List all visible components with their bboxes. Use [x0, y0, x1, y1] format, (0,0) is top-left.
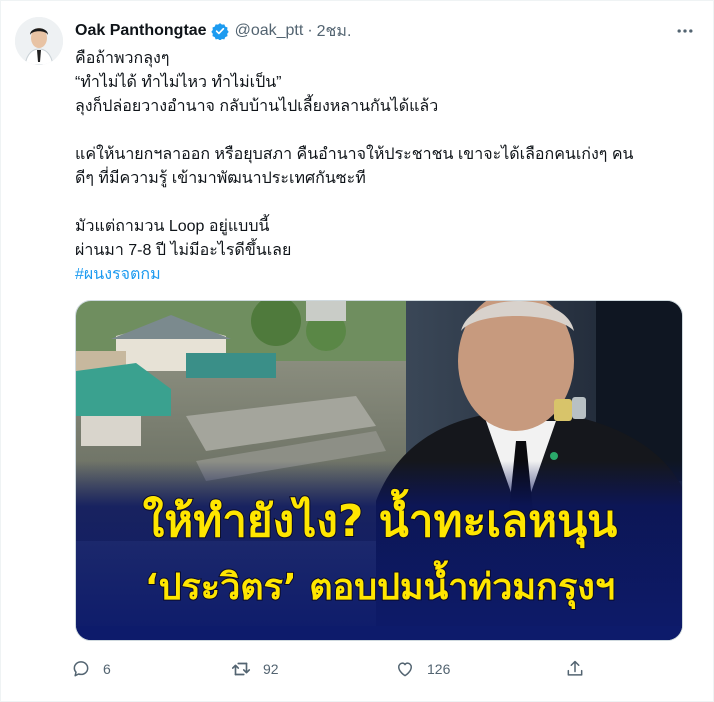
tweet-text-line: ดีๆ ที่มีความรู้ เข้ามาพัฒนาประเทศกันซะท… [75, 170, 366, 187]
avatar[interactable] [15, 17, 63, 65]
retweet-icon [225, 653, 257, 685]
tweet-text-line: “ทำไม่ได้ ทำไม่ไหว ทำไม่เป็น” [75, 74, 282, 91]
news-thumbnail: ให้ทำยังไง? น้ำทะเลหนุน ‘ประวิตร’ ตอบปมน… [76, 301, 682, 640]
separator-dot: · [307, 22, 313, 39]
tweet-text-line: คือถ้าพวกลุงๆ [75, 50, 170, 67]
tweet-text-line: ลุงก็ปล่อยวางอำนาจ กลับบ้านไปเลี้ยงหลานก… [75, 98, 439, 115]
tweet-header: Oak Panthongtae @oak_ptt · 2ชม. [75, 19, 699, 43]
tweet-media-image[interactable]: ให้ทำยังไง? น้ำทะเลหนุน ‘ประวิตร’ ตอบปมน… [75, 300, 683, 641]
tweet-timestamp[interactable]: 2ชม. [317, 19, 352, 44]
verified-badge-icon [210, 22, 229, 41]
reply-count: 6 [103, 661, 111, 677]
reply-icon [65, 653, 97, 685]
profile-photo-icon [15, 17, 63, 65]
heart-icon [389, 653, 421, 685]
like-button[interactable]: 126 [389, 653, 450, 685]
author-handle[interactable]: @oak_ptt [235, 22, 304, 40]
more-options-button[interactable] [671, 19, 699, 43]
retweet-count: 92 [263, 661, 279, 677]
hashtag-link[interactable]: #ผนงรจตกม [75, 266, 161, 283]
reply-button[interactable]: 6 [65, 653, 111, 685]
share-button[interactable] [559, 653, 591, 685]
tweet-text: คือถ้าพวกลุงๆ “ทำไม่ได้ ทำไม่ไหว ทำไม่เป… [75, 47, 695, 287]
headline-line-1: ให้ทำยังไง? น้ำทะเลหนุน [143, 488, 618, 549]
tweet-card[interactable]: Oak Panthongtae @oak_ptt · 2ชม. คือถ้าพว… [0, 0, 714, 702]
tweet-text-line: มัวแต่ถามวน Loop อยู่แบบนี้ [75, 218, 270, 235]
tweet-actions: 6 92 126 [65, 653, 625, 685]
more-horizontal-icon [677, 29, 693, 33]
retweet-button[interactable]: 92 [225, 653, 279, 685]
author-name[interactable]: Oak Panthongtae [75, 22, 207, 40]
like-count: 126 [427, 661, 451, 677]
share-icon [559, 653, 591, 685]
tweet-text-line: แค่ให้นายกฯลาออก หรือยุบสภา คืนอำนาจให้ป… [75, 146, 634, 163]
headline-line-2: ‘ประวิตร’ ตอบปมน้ำท่วมกรุงฯ [145, 560, 615, 610]
tweet-text-line: ผ่านมา 7-8 ปี ไม่มีอะไรดีขึ้นเลย [75, 242, 292, 259]
